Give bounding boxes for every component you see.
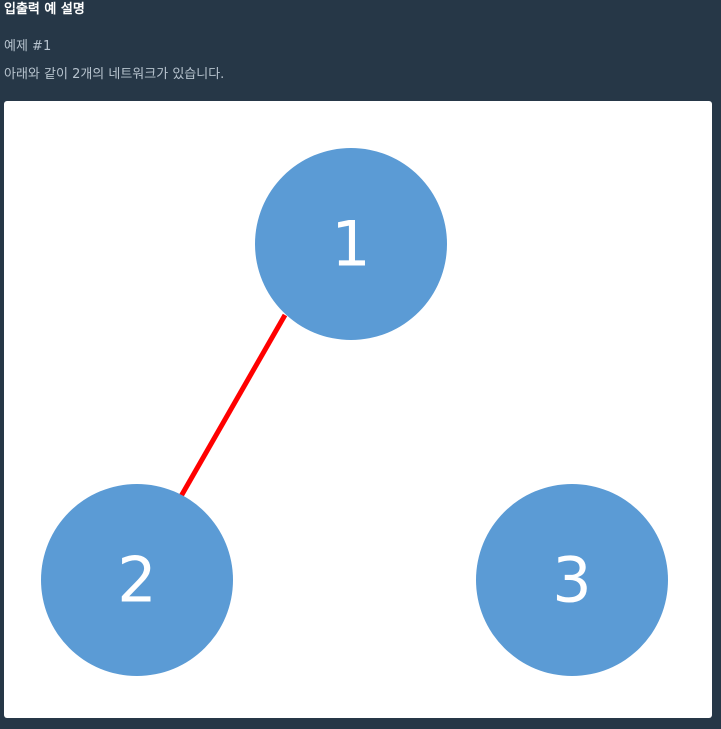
example-description: 아래와 같이 2개의 네트워크가 있습니다.: [4, 67, 225, 82]
node-3: 3: [476, 484, 668, 676]
node-2-label: 2: [117, 544, 156, 617]
node-1-label: 1: [331, 208, 370, 281]
network-diagram: 1 2 3: [4, 101, 712, 718]
section-title: 입출력 예 설명: [4, 2, 85, 17]
node-3-label: 3: [552, 544, 591, 617]
node-1: 1: [255, 148, 447, 340]
node-2: 2: [41, 484, 233, 676]
network-diagram-svg: 1 2 3: [41, 148, 668, 676]
example-title: 예제 #1: [4, 39, 52, 54]
edge-1-2: [177, 313, 288, 500]
